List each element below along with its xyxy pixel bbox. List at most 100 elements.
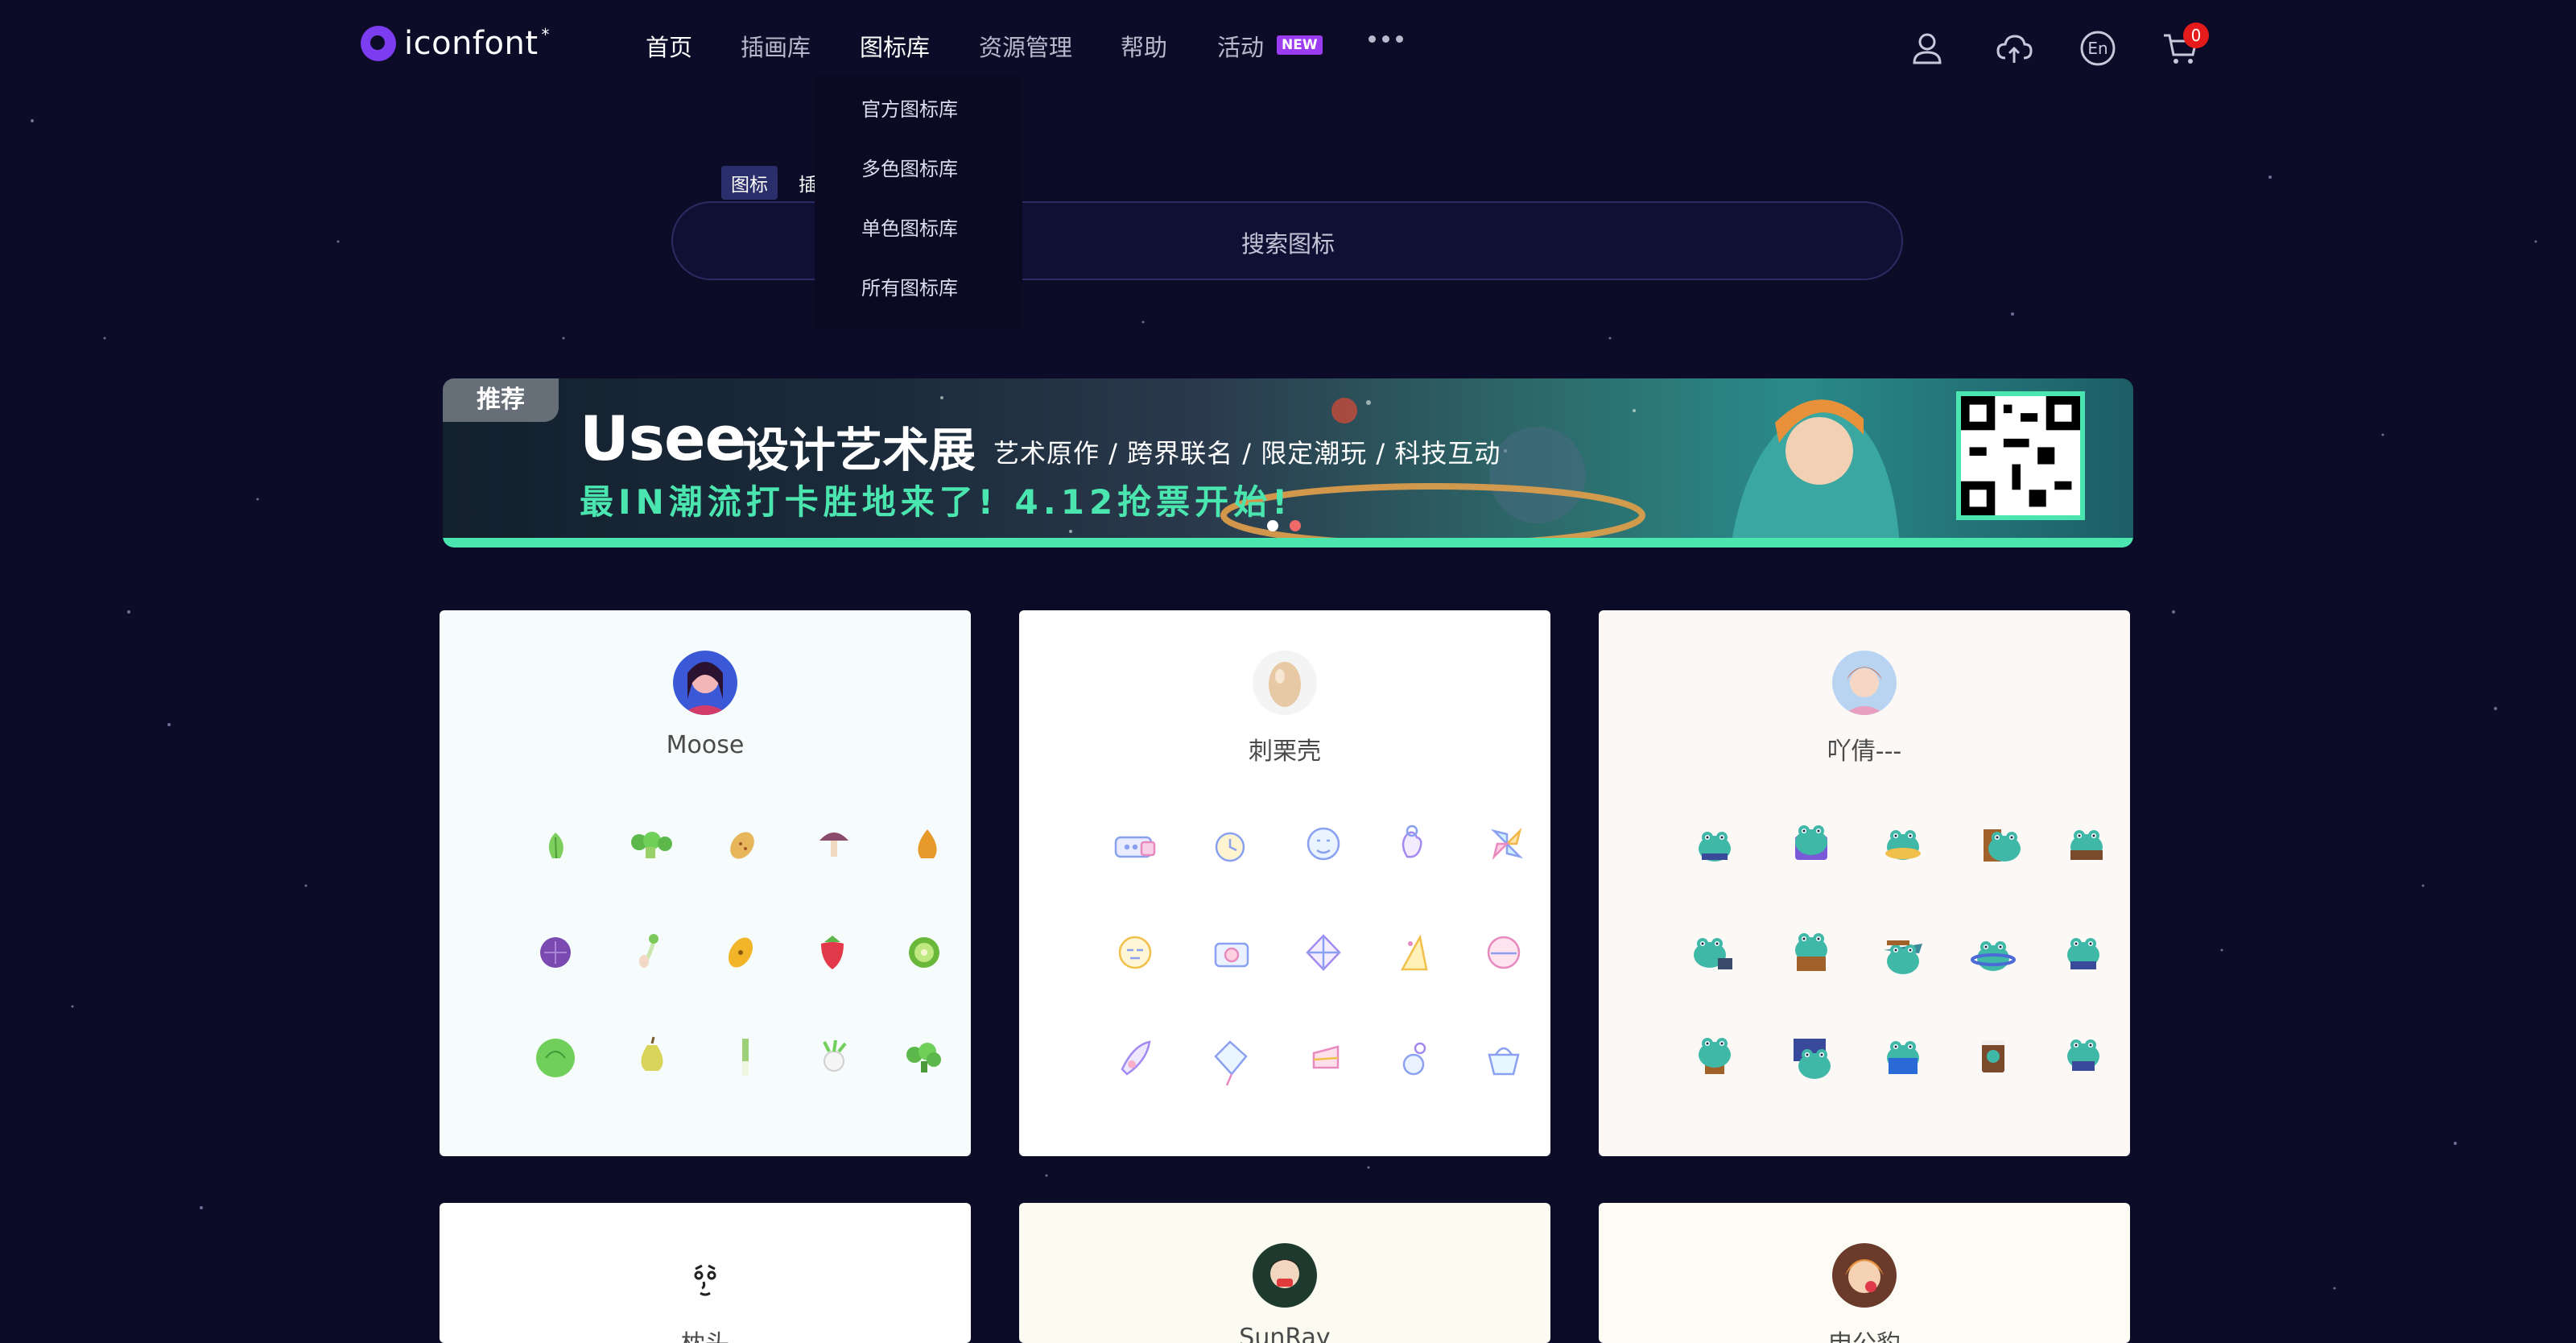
- more-menu-icon[interactable]: [1368, 35, 1403, 43]
- banner-title: 设计艺术展: [742, 423, 976, 477]
- eggplant-slice-icon: [540, 937, 571, 968]
- avatar: [1832, 1243, 1897, 1308]
- iconfont-logo[interactable]: iconfont *: [361, 24, 550, 63]
- broccoli-icon: [631, 832, 672, 858]
- language-icon[interactable]: En: [2079, 29, 2117, 68]
- kite-icon: [1214, 1040, 1248, 1086]
- emoji-face-icon: [1307, 827, 1340, 861]
- icon-set-card[interactable]: 枕头: [440, 1203, 971, 1343]
- ring-icon: [1402, 1042, 1426, 1076]
- banner-dot-active[interactable]: [1267, 520, 1278, 531]
- frog-plant-icon: [1699, 1038, 1731, 1074]
- logo-star-icon: *: [541, 25, 550, 44]
- bowl-icon: [1487, 936, 1521, 969]
- icon-preview-grid: [1114, 824, 1524, 1086]
- card-author-name: 申公豹: [1599, 1324, 2130, 1343]
- icon-set-card[interactable]: SunRay: [1019, 1203, 1550, 1343]
- banner-slogan: 最IN潮流打卡胜地来了! 4.12抢票开始!: [580, 482, 1293, 522]
- basket-icon: [1488, 1047, 1520, 1076]
- banner-recommend-tag: 推荐: [443, 378, 559, 422]
- broccoli-2-icon: [906, 1043, 941, 1072]
- user-icon[interactable]: [1908, 29, 1946, 68]
- radish-sprout-icon: [639, 934, 658, 968]
- icon-set-card[interactable]: Moose: [440, 610, 971, 1156]
- kiwi-icon: [909, 937, 939, 968]
- icon-preview-grid: [1694, 825, 2103, 1079]
- icon-library-dropdown: 官方图标库 多色图标库 单色图标库 所有图标库: [815, 76, 1022, 329]
- sweet-potato-icon: [730, 832, 754, 859]
- frog-board-icon: [1794, 1039, 1831, 1079]
- frog-cup-icon: [1982, 1040, 2004, 1072]
- language-label: En: [2087, 39, 2107, 58]
- dropdown-item-monochrome[interactable]: 单色图标库: [861, 213, 958, 241]
- icon-preview-grid: [536, 829, 941, 1077]
- icon-set-card[interactable]: 申公豹: [1599, 1203, 2130, 1343]
- chat-bubble-icon: [1114, 836, 1156, 858]
- mushroom-icon: [819, 833, 848, 857]
- card-author-name: 枕头: [440, 1324, 971, 1343]
- frog-book-icon: [1887, 1041, 1919, 1074]
- nav-illustrations[interactable]: 插画库: [741, 29, 811, 63]
- cart-count-badge: 0: [2183, 23, 2209, 48]
- camera-icon: [1214, 942, 1249, 968]
- icon-set-card[interactable]: 吖倩---: [1599, 610, 2130, 1156]
- banner-pagination: [1267, 520, 1301, 531]
- alarm-clock-icon: [1215, 832, 1245, 862]
- cake-slice-icon: [1312, 1045, 1340, 1069]
- promo-banner[interactable]: 推荐 Usee 设计艺术展 艺术原作 / 跨界联名 / 限定潮玩 / 科技互动 …: [443, 378, 2133, 548]
- hand-ok-icon: [1402, 824, 1422, 858]
- cabbage-icon: [536, 1039, 575, 1077]
- nav-activities[interactable]: 活动: [1217, 29, 1264, 63]
- nav-home[interactable]: 首页: [646, 29, 692, 63]
- comet-icon: [1121, 1040, 1151, 1076]
- banner-dot[interactable]: [1290, 520, 1301, 531]
- card-author-name: SunRay: [1239, 1324, 1331, 1343]
- frog-door-icon: [1984, 829, 2021, 862]
- frog-hug-icon: [2067, 1039, 2099, 1071]
- diamond-kite-icon: [1306, 934, 1341, 971]
- nav-resource-management[interactable]: 资源管理: [979, 29, 1072, 63]
- avatar: [1253, 651, 1317, 715]
- avatar: [673, 651, 737, 715]
- upload-cloud-icon[interactable]: [1995, 29, 2033, 68]
- turnip-icon: [823, 1039, 847, 1072]
- frog-desk-icon: [1795, 933, 1827, 971]
- card-author-name: 刺栗壳: [1249, 738, 1321, 766]
- new-badge: NEW: [1277, 35, 1323, 55]
- search-tab-icons[interactable]: 图标: [721, 166, 778, 200]
- frog-planet-icon: [1971, 941, 2016, 971]
- sleepy-face-icon: [1118, 936, 1152, 969]
- banner-subtitle: 艺术原作 / 跨界联名 / 限定潮玩 / 科技互动: [993, 438, 1501, 469]
- onion-icon: [918, 829, 937, 858]
- frog-fly-icon: [1884, 940, 1922, 974]
- frog-computer-icon: [2070, 830, 2103, 860]
- pinwheel-icon: [1490, 827, 1524, 861]
- avatar: [1832, 651, 1897, 715]
- papaya-icon: [728, 937, 753, 968]
- strawberry-icon: [821, 936, 844, 969]
- pear-icon: [641, 1036, 663, 1071]
- banner-character-illustration: [1731, 399, 1900, 548]
- banner-brand: Usee: [580, 403, 746, 474]
- dropdown-item-all[interactable]: 所有图标库: [861, 272, 958, 300]
- lettuce-icon: [548, 833, 564, 859]
- avatar: [1253, 1243, 1317, 1308]
- qr-code-icon: [1956, 391, 2085, 520]
- avatar: [673, 1248, 737, 1312]
- frog-bag-icon: [1795, 825, 1827, 860]
- nav-icon-library[interactable]: 图标库: [860, 29, 930, 63]
- frog-stand-icon: [2067, 938, 2099, 969]
- party-hat-icon: [1400, 934, 1428, 971]
- nav-help[interactable]: 帮助: [1121, 29, 1167, 63]
- frog-swim-ring-icon: [1885, 830, 1921, 860]
- icon-set-card[interactable]: 刺栗壳: [1019, 610, 1550, 1156]
- banner-stripe: [443, 538, 2133, 548]
- frog-sticker-icon: [1699, 832, 1731, 862]
- frog-suitcase-icon: [1694, 938, 1732, 969]
- card-author-name: 吖倩---: [1827, 738, 1902, 766]
- card-author-name: Moose: [666, 731, 745, 759]
- logo-mark-icon: [361, 26, 396, 61]
- dropdown-item-multicolor[interactable]: 多色图标库: [861, 153, 958, 181]
- dropdown-item-official[interactable]: 官方图标库: [861, 93, 958, 122]
- leek-icon: [742, 1039, 749, 1076]
